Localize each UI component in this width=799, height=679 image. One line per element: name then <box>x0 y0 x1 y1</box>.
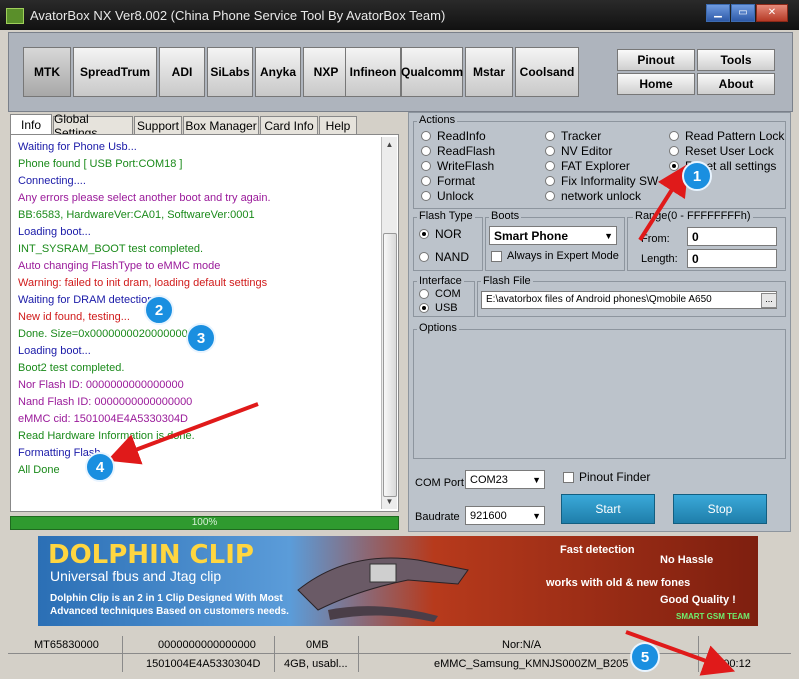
arrow-1 <box>638 163 689 242</box>
annotation-marker-1: 1 <box>682 161 712 191</box>
annotation-marker-3: 3 <box>186 323 216 353</box>
arrow-4 <box>107 402 259 465</box>
annotation-marker-4: 4 <box>85 452 115 482</box>
annotation-arrows <box>107 163 736 676</box>
app-window: AvatorBox NX Ver8.002 (China Phone Servi… <box>0 0 799 679</box>
annotation-marker-5: 5 <box>630 642 660 672</box>
annotation-marker-2: 2 <box>144 295 174 325</box>
